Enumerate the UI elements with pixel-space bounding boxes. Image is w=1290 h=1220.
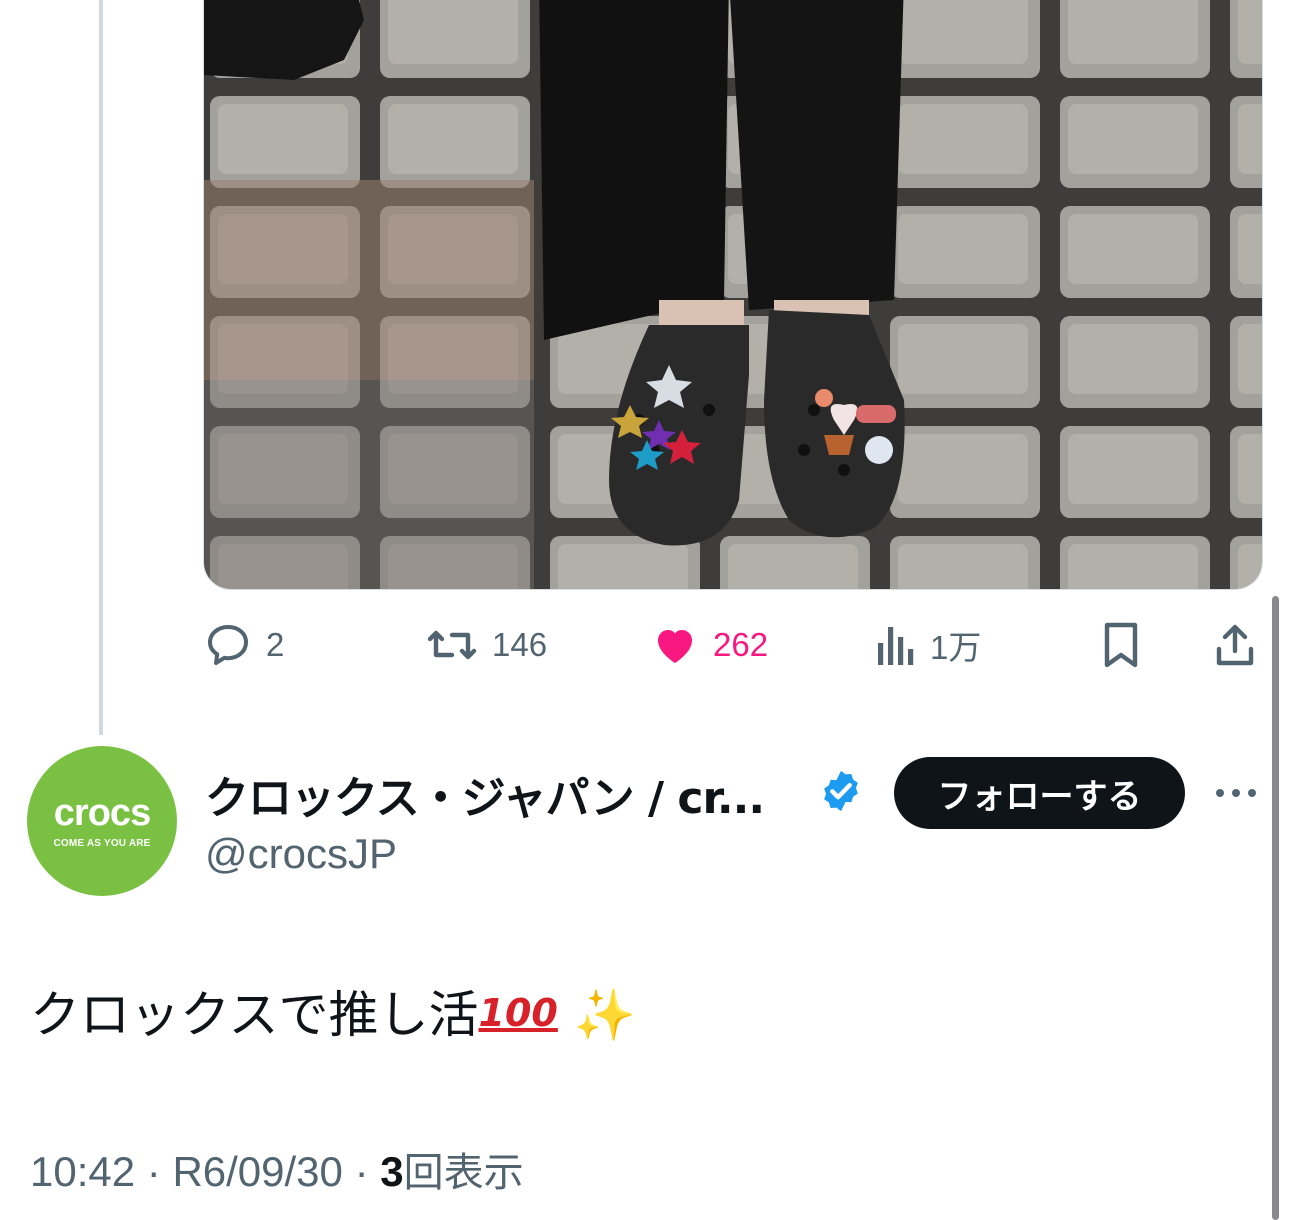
more-options-button[interactable] [1212, 776, 1260, 810]
reply-icon [208, 625, 248, 665]
tweet-time[interactable]: 10:42 [30, 1148, 135, 1195]
views-number: 3 [380, 1148, 404, 1195]
views-count: 1万 [930, 629, 982, 666]
like-count: 262 [713, 626, 769, 663]
author-display-name[interactable]: クロックス・ジャパン / cr... [205, 762, 815, 826]
tweet-text: クロックスで推し活100 ✨ [30, 985, 636, 1045]
tweet-photo[interactable] [203, 0, 1263, 590]
more-dots-icon [1216, 789, 1256, 797]
tweet-meta-line: 10:42 · R6/09/30 · 3回表示 [30, 1140, 524, 1198]
tweet-detail-page: 2 146 262 1万 crocs COME AS YOU ARE クロックス… [0, 0, 1290, 1220]
follow-button[interactable]: フォローする [894, 757, 1185, 829]
photo-crocs-shoes-icon [204, 0, 1262, 589]
bookmark-icon [1104, 622, 1138, 668]
sparkles-emoji-icon: ✨ [573, 986, 636, 1044]
retweet-button[interactable]: 146 [426, 605, 547, 685]
meta-separator: · [135, 1148, 173, 1195]
reply-button[interactable]: 2 [204, 605, 284, 685]
crocs-logo-tagline: COME AS YOU ARE [53, 837, 151, 849]
tweet-action-bar: 2 146 262 1万 [0, 605, 1290, 685]
hundred-points-emoji-icon: 100 [478, 991, 558, 1035]
bookmark-button[interactable] [1098, 605, 1144, 685]
reply-count: 2 [266, 626, 285, 663]
scrollbar-thumb[interactable] [1272, 596, 1279, 1220]
author-avatar[interactable]: crocs COME AS YOU ARE [27, 746, 177, 896]
views-button[interactable]: 1万 [876, 605, 981, 685]
retweet-icon [427, 630, 477, 660]
views-chart-icon [878, 627, 914, 665]
author-handle[interactable]: @crocsJP [205, 830, 397, 878]
meta-separator: · [342, 1148, 381, 1195]
retweet-count: 146 [492, 626, 548, 663]
heart-filled-icon [658, 630, 692, 663]
crocs-logo-word: crocs [53, 791, 151, 834]
share-icon [1216, 624, 1254, 666]
tweet-date[interactable]: R6/09/30 [172, 1148, 342, 1195]
views-label: 回表示 [403, 1150, 524, 1196]
tweet-body-text: クロックスで推し活 [30, 986, 479, 1044]
like-button[interactable]: 262 [651, 605, 768, 685]
share-button[interactable] [1212, 605, 1258, 685]
verified-badge-icon [824, 770, 858, 812]
